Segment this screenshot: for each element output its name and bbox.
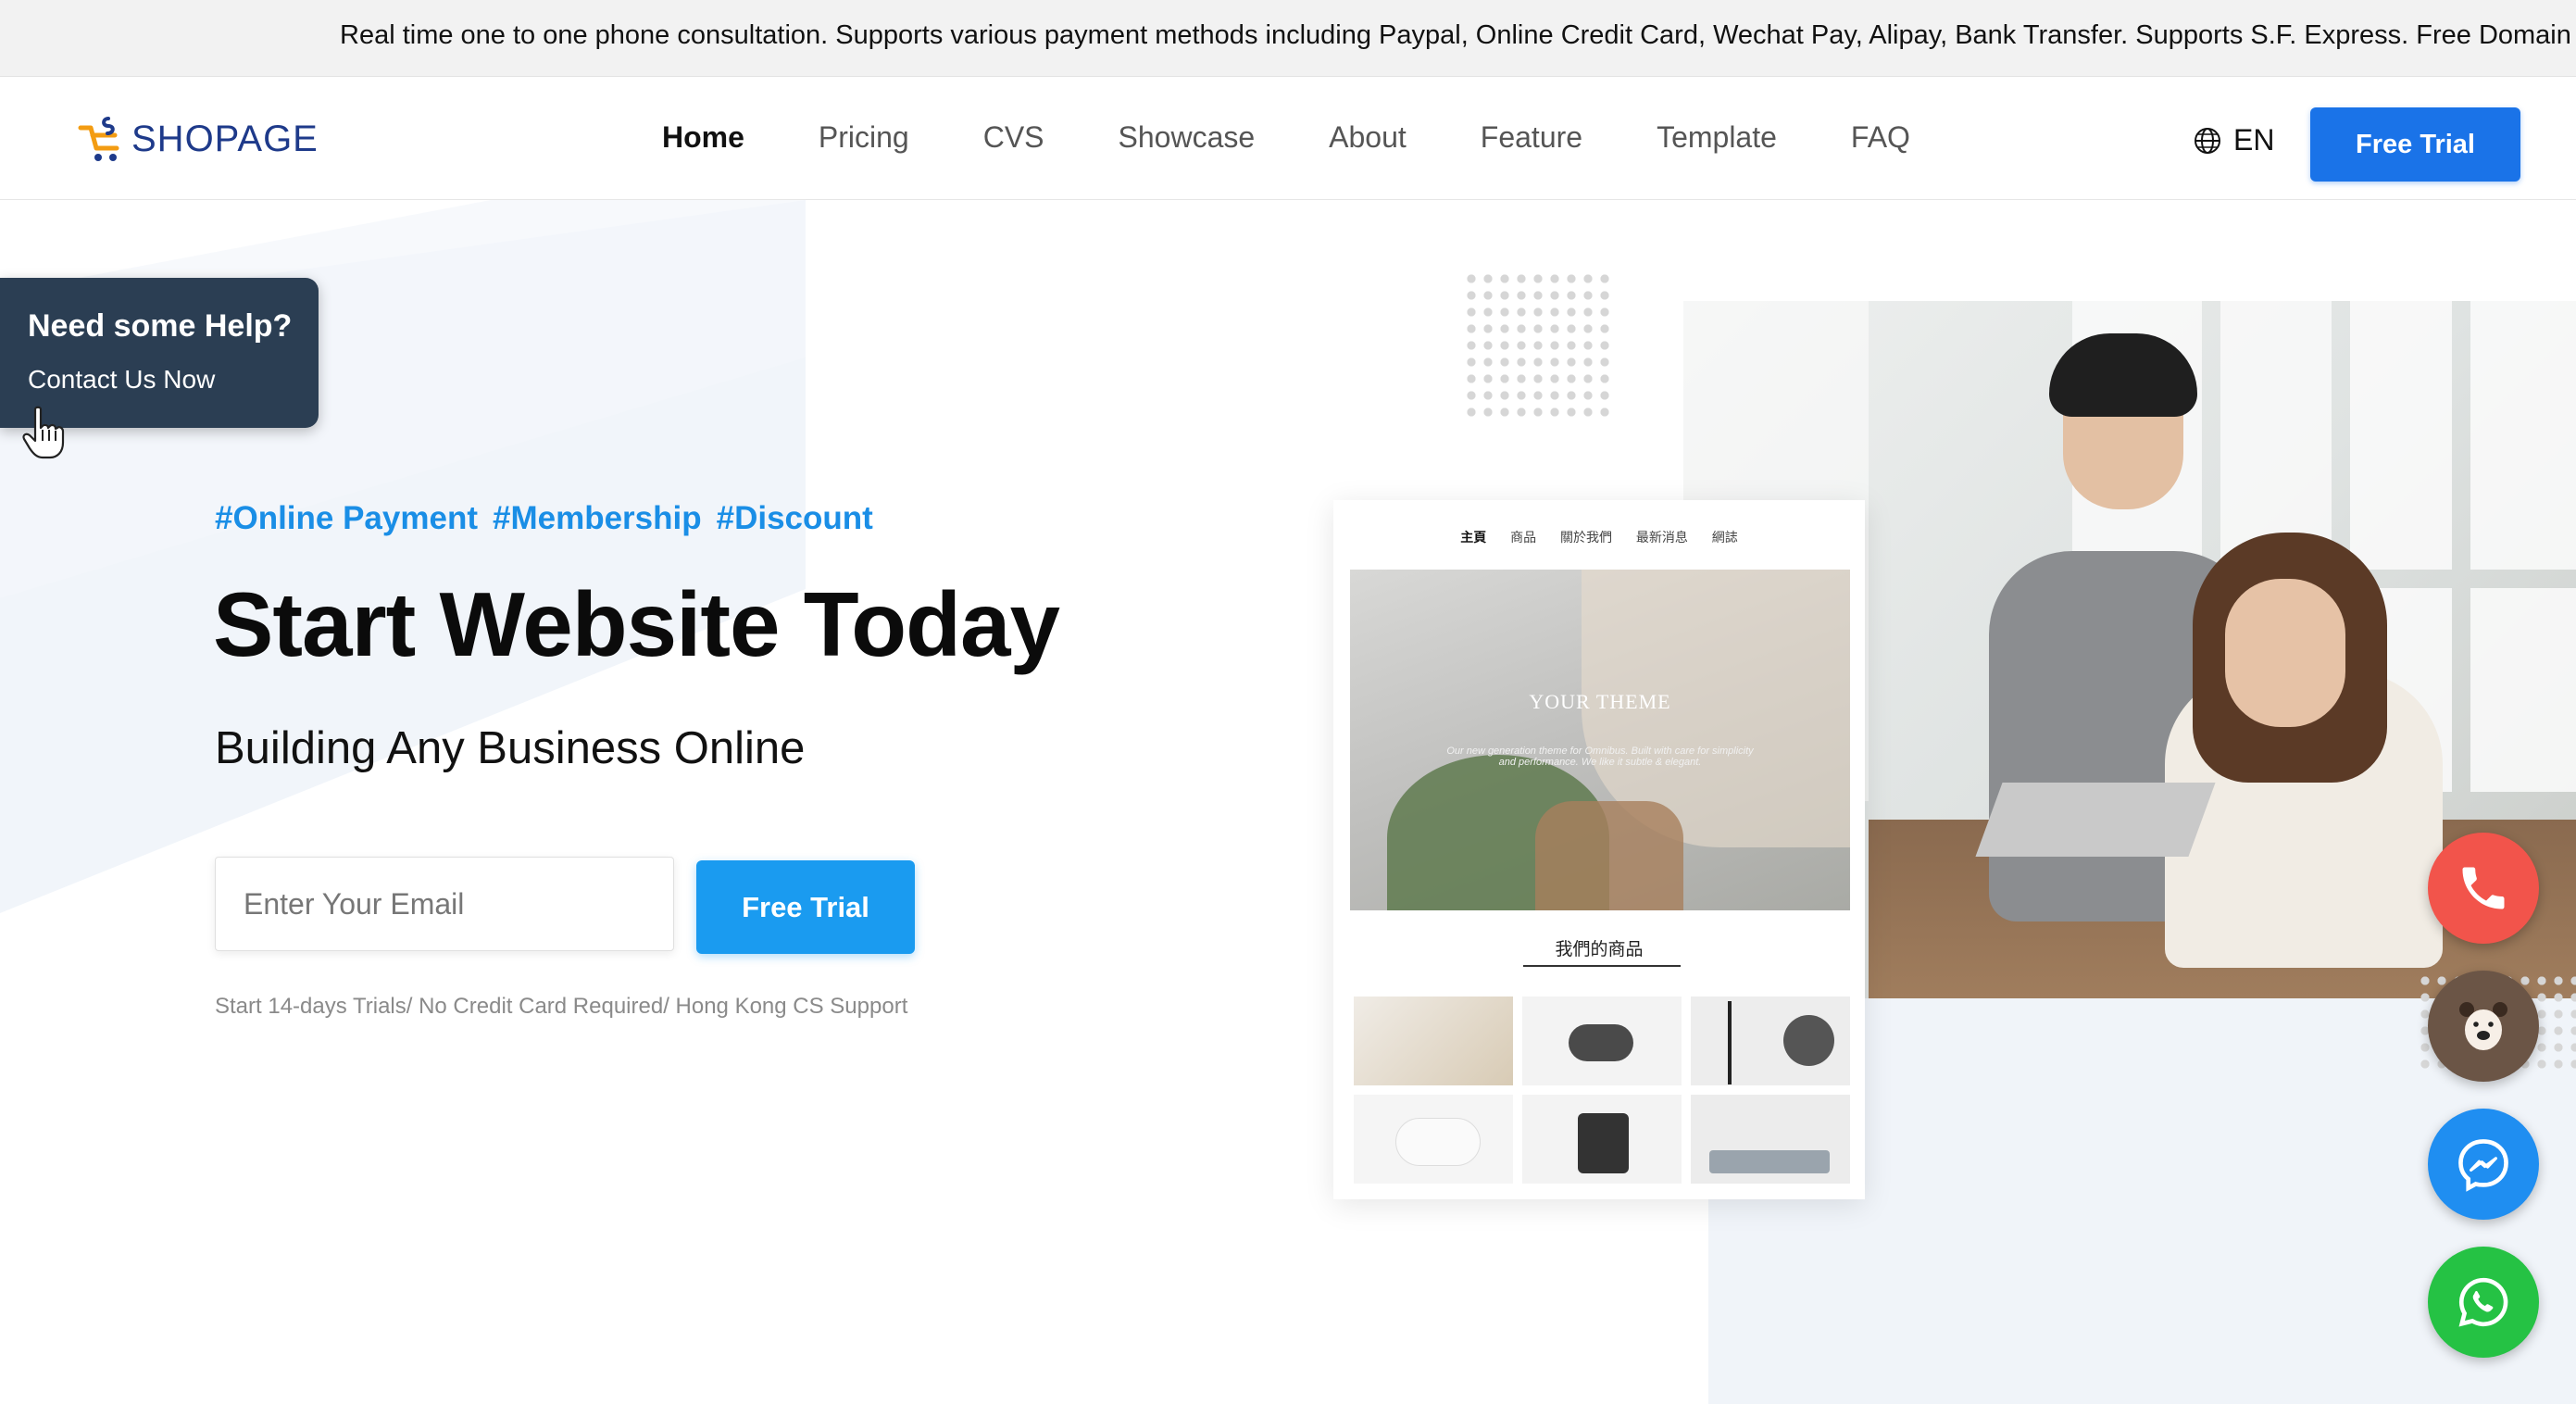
product-thumbnail xyxy=(1691,997,1850,1085)
decorative-dots xyxy=(1463,270,1615,422)
globe-icon xyxy=(2195,127,2220,154)
messenger-button[interactable] xyxy=(2428,1109,2539,1220)
announcement-bar: Real time one to one phone consultation.… xyxy=(0,0,2576,77)
hand-pointer-icon xyxy=(22,406,65,459)
product-thumbnail xyxy=(1354,997,1513,1085)
mockup-nav-item: 關於我們 xyxy=(1560,530,1612,545)
mockup-nav-item: 主頁 xyxy=(1460,530,1487,545)
help-subtitle: Contact Us Now xyxy=(28,365,216,394)
mockup-hero-text: Our new generation theme for Omnibus. Bu… xyxy=(1446,746,1754,768)
nav-item-showcase[interactable]: Showcase xyxy=(1119,114,1256,160)
nav-item-feature[interactable]: Feature xyxy=(1481,114,1582,160)
tag-membership: #Membership xyxy=(492,500,702,536)
site-header: SHOPAGE Home Pricing CVS Showcase About … xyxy=(0,77,2576,200)
nav-item-home[interactable]: Home xyxy=(662,114,744,160)
nav-item-template[interactable]: Template xyxy=(1657,114,1777,160)
nav-item-faq[interactable]: FAQ xyxy=(1851,114,1910,160)
hero-title: Start Website Today xyxy=(213,573,1060,675)
announcement-text: Real time one to one phone consultation.… xyxy=(340,20,2576,50)
nav-item-about[interactable]: About xyxy=(1329,114,1407,160)
mockup-nav-item: 最新消息 xyxy=(1635,530,1688,545)
line-button[interactable] xyxy=(2428,971,2539,1082)
mockup-nav-item: 商品 xyxy=(1510,530,1537,545)
mockup-hero-title: YOUR THEME xyxy=(1529,690,1671,713)
whatsapp-icon xyxy=(2458,1277,2508,1327)
mockup-nav-item: 網誌 xyxy=(1711,530,1738,545)
main-nav: Home Pricing CVS Showcase About Feature … xyxy=(662,114,1984,160)
tag-discount: #Discount xyxy=(716,500,873,536)
product-thumbnail xyxy=(1691,1095,1850,1184)
hero-subtitle: Building Any Business Online xyxy=(215,723,806,773)
whatsapp-button[interactable] xyxy=(2428,1247,2539,1358)
nav-item-cvs[interactable]: CVS xyxy=(983,114,1044,160)
website-mockup: 主頁 商品 關於我們 最新消息 網誌 YOUR THEME Our new ge… xyxy=(1333,500,1865,1199)
help-title: Need some Help? xyxy=(28,308,293,344)
phone-icon xyxy=(2462,867,2505,909)
product-thumbnail xyxy=(1522,1095,1682,1184)
cart-icon xyxy=(78,117,119,161)
messenger-icon xyxy=(2458,1139,2508,1192)
brand-name: SHOPAGE xyxy=(131,118,319,159)
line-bear-icon xyxy=(2459,1002,2507,1050)
mockup-nav: 主頁 商品 關於我們 最新消息 網誌 xyxy=(1333,528,1865,546)
tag-online-payment: #Online Payment xyxy=(215,500,478,536)
email-input[interactable] xyxy=(215,857,674,951)
header-free-trial-button[interactable]: Free Trial xyxy=(2310,107,2520,182)
logo[interactable]: SHOPAGE xyxy=(78,111,319,167)
hero-free-trial-button[interactable]: Free Trial xyxy=(696,860,915,954)
nav-item-pricing[interactable]: Pricing xyxy=(819,114,909,160)
product-thumbnail xyxy=(1354,1095,1513,1184)
mockup-section-title: 我們的商品 xyxy=(1555,940,1644,959)
product-thumbnail xyxy=(1522,997,1682,1085)
language-label: EN xyxy=(2233,123,2275,157)
hero-tags: #Online Payment #Membership #Discount xyxy=(215,500,888,537)
mockup-hero-image: YOUR THEME Our new generation theme for … xyxy=(1350,570,1850,910)
phone-button[interactable] xyxy=(2428,833,2539,944)
mockup-divider xyxy=(1523,965,1681,967)
language-selector[interactable]: EN xyxy=(2193,123,2274,157)
trial-note: Start 14-days Trials/ No Credit Card Req… xyxy=(215,994,908,1019)
